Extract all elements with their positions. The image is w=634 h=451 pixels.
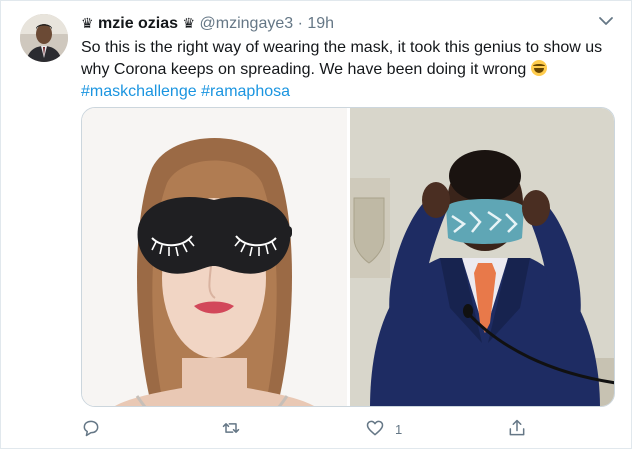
- tweet-card[interactable]: ♛ mzie ozias ♛ @mzingaye3 · 19h So this …: [0, 0, 632, 449]
- media-grid[interactable]: [81, 107, 615, 407]
- heart-icon: [365, 418, 385, 441]
- avatar[interactable]: [20, 14, 68, 62]
- laughing-emoji-icon: [530, 60, 547, 76]
- retweet-icon: [221, 418, 241, 441]
- media-photo-sleep-mask[interactable]: [82, 108, 347, 406]
- timestamp[interactable]: 19h: [307, 15, 334, 32]
- retweet-button[interactable]: [221, 417, 251, 441]
- display-name[interactable]: mzie ozias: [98, 15, 178, 32]
- tweet-actions: 1: [81, 417, 541, 441]
- user-handle[interactable]: @mzingaye3: [200, 15, 294, 32]
- crown-emoji-right: ♛: [182, 15, 196, 31]
- hashtag-maskchallenge[interactable]: #maskchallenge: [81, 83, 197, 100]
- tweet-text-line-1: So this is the right way of wearing the …: [81, 39, 603, 56]
- reply-icon: [81, 418, 101, 441]
- reply-button[interactable]: [81, 417, 111, 441]
- share-icon: [507, 418, 527, 441]
- separator-dot: ·: [297, 15, 303, 32]
- chevron-down-icon[interactable]: [597, 12, 615, 30]
- share-button[interactable]: [507, 417, 527, 441]
- like-count: 1: [395, 421, 403, 437]
- hashtag-ramaphosa[interactable]: #ramaphosa: [201, 83, 290, 100]
- media-photo-man-mask[interactable]: [350, 108, 614, 406]
- tweet-text-line-2: why Corona keeps on spreading. We have b…: [81, 61, 527, 78]
- crown-emoji-left: ♛: [81, 15, 94, 31]
- tweet-text: So this is the right way of wearing the …: [81, 37, 611, 103]
- tweet-header: ♛ mzie ozias ♛ @mzingaye3 · 19h: [81, 12, 611, 34]
- like-button[interactable]: 1: [365, 417, 402, 441]
